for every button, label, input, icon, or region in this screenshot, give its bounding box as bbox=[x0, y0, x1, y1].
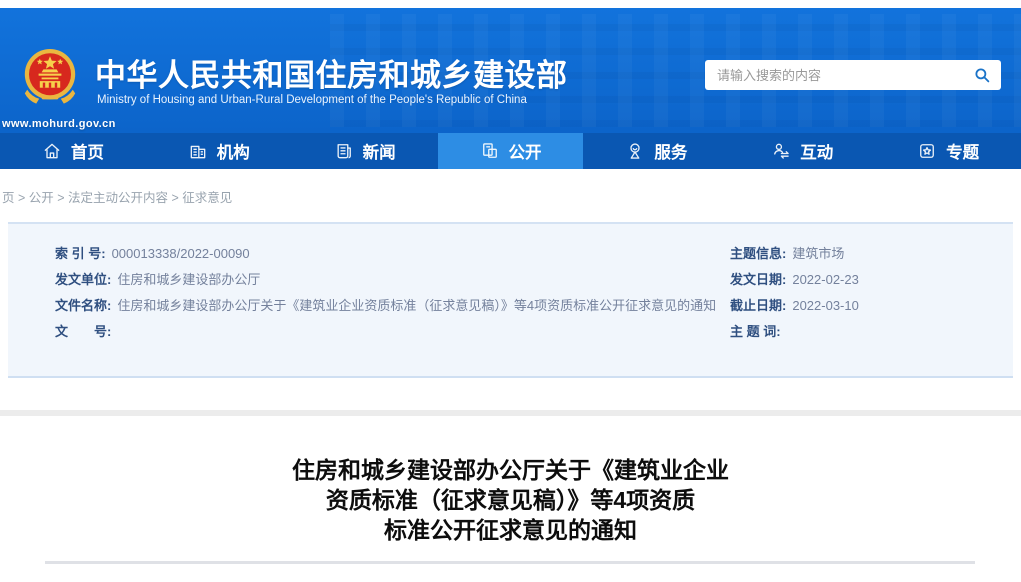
disclosure-icon bbox=[480, 141, 500, 161]
meta-label: 文 号: bbox=[55, 324, 111, 339]
nav-label: 首页 bbox=[71, 139, 104, 163]
meta-label: 发文单位: bbox=[55, 272, 111, 287]
meta-left-column: 索 引 号: 000013338/2022-00090 发文单位: 住房和城乡建设部… bbox=[8, 246, 723, 376]
page: www.mohurd.gov.cn 中华人民共和国住房和城乡建设部 Minist… bbox=[0, 0, 1021, 582]
meta-label: 文件名称: bbox=[55, 298, 111, 313]
page-title: 中华人民共和国住房和城乡建设部 bbox=[95, 50, 568, 95]
meta-value: 住房和城乡建设部办公厅关于《建筑业企业资质标准（征求意见稿）》等4项资质标准公开… bbox=[117, 298, 716, 313]
meta-label: 索 引 号: bbox=[55, 246, 106, 261]
meta-right-column: 主题信息: 建筑市场 发文日期: 2022-02-23 截止日期: 2022-03-1… bbox=[723, 246, 1013, 376]
search-button[interactable] bbox=[973, 66, 991, 84]
meta-value: 2022-02-23 bbox=[792, 272, 859, 287]
nav-label: 互动 bbox=[800, 139, 833, 163]
section-divider bbox=[0, 410, 1021, 416]
article-title-line: 住房和城乡建设部办公厅关于《建筑业企业 bbox=[0, 455, 1021, 485]
meta-row-document-number: 文 号: bbox=[55, 324, 723, 340]
nav-item-interaction[interactable]: 互动 bbox=[729, 133, 875, 169]
nav-label: 新闻 bbox=[363, 139, 396, 163]
meta-value: 2022-03-10 bbox=[792, 298, 859, 313]
search-icon bbox=[973, 66, 991, 84]
horizontal-rule bbox=[45, 561, 975, 564]
site-header: www.mohurd.gov.cn 中华人民共和国住房和城乡建设部 Minist… bbox=[0, 8, 1021, 133]
meta-label: 主题信息: bbox=[730, 246, 786, 261]
nav-item-disclosure[interactable]: 公开 bbox=[438, 133, 584, 169]
article-title-line: 标准公开征求意见的通知 bbox=[0, 515, 1021, 545]
meta-row-keywords: 主 题 词: bbox=[730, 324, 1013, 340]
meta-value: 住房和城乡建设部办公厅 bbox=[117, 272, 260, 287]
nav-item-news[interactable]: 新闻 bbox=[292, 133, 438, 169]
article-title: 住房和城乡建设部办公厅关于《建筑业企业 资质标准（征求意见稿）》等4项资质 标准… bbox=[0, 455, 1021, 545]
nav-item-topics[interactable]: 专题 bbox=[875, 133, 1021, 169]
nav-item-services[interactable]: 服务 bbox=[583, 133, 729, 169]
nav-label: 服务 bbox=[654, 139, 687, 163]
meta-row-document-name: 文件名称: 住房和城乡建设部办公厅关于《建筑业企业资质标准（征求意见稿）》等4项资… bbox=[55, 298, 723, 314]
page-subtitle: Ministry of Housing and Urban-Rural Deve… bbox=[97, 94, 527, 106]
topics-icon bbox=[917, 141, 937, 161]
search-input[interactable] bbox=[715, 67, 965, 84]
national-emblem-icon[interactable] bbox=[20, 44, 80, 114]
meta-label: 发文日期: bbox=[730, 272, 786, 287]
meta-label: 主 题 词: bbox=[730, 324, 781, 339]
nav-item-organization[interactable]: 机构 bbox=[146, 133, 292, 169]
nav-label: 公开 bbox=[509, 139, 542, 163]
meta-label: 截止日期: bbox=[730, 298, 786, 313]
breadcrumb[interactable]: 页 > 公开 > 法定主动公开内容 > 征求意见 bbox=[2, 187, 232, 206]
nav-item-home[interactable]: 首页 bbox=[0, 133, 146, 169]
nav-label: 机构 bbox=[217, 139, 250, 163]
news-icon bbox=[334, 141, 354, 161]
meta-row-issue-date: 发文日期: 2022-02-23 bbox=[730, 272, 1013, 288]
main-nav: 首页 机构 新闻 公开 bbox=[0, 133, 1021, 169]
meta-value: 000013338/2022-00090 bbox=[112, 246, 250, 261]
organization-icon bbox=[188, 141, 208, 161]
meta-value: 建筑市场 bbox=[792, 246, 844, 261]
document-meta-panel: 索 引 号: 000013338/2022-00090 发文单位: 住房和城乡建设部… bbox=[8, 222, 1013, 378]
meta-row-issuing-unit: 发文单位: 住房和城乡建设部办公厅 bbox=[55, 272, 723, 288]
home-icon bbox=[42, 141, 62, 161]
meta-row-deadline-date: 截止日期: 2022-03-10 bbox=[730, 298, 1013, 314]
search-box bbox=[705, 60, 1001, 90]
article-title-line: 资质标准（征求意见稿）》等4项资质 bbox=[0, 485, 1021, 515]
service-icon bbox=[625, 141, 645, 161]
meta-row-topic-info: 主题信息: 建筑市场 bbox=[730, 246, 1013, 262]
nav-label: 专题 bbox=[946, 139, 979, 163]
interaction-icon bbox=[771, 141, 791, 161]
site-url: www.mohurd.gov.cn bbox=[2, 118, 116, 130]
meta-row-index-number: 索 引 号: 000013338/2022-00090 bbox=[55, 246, 723, 262]
